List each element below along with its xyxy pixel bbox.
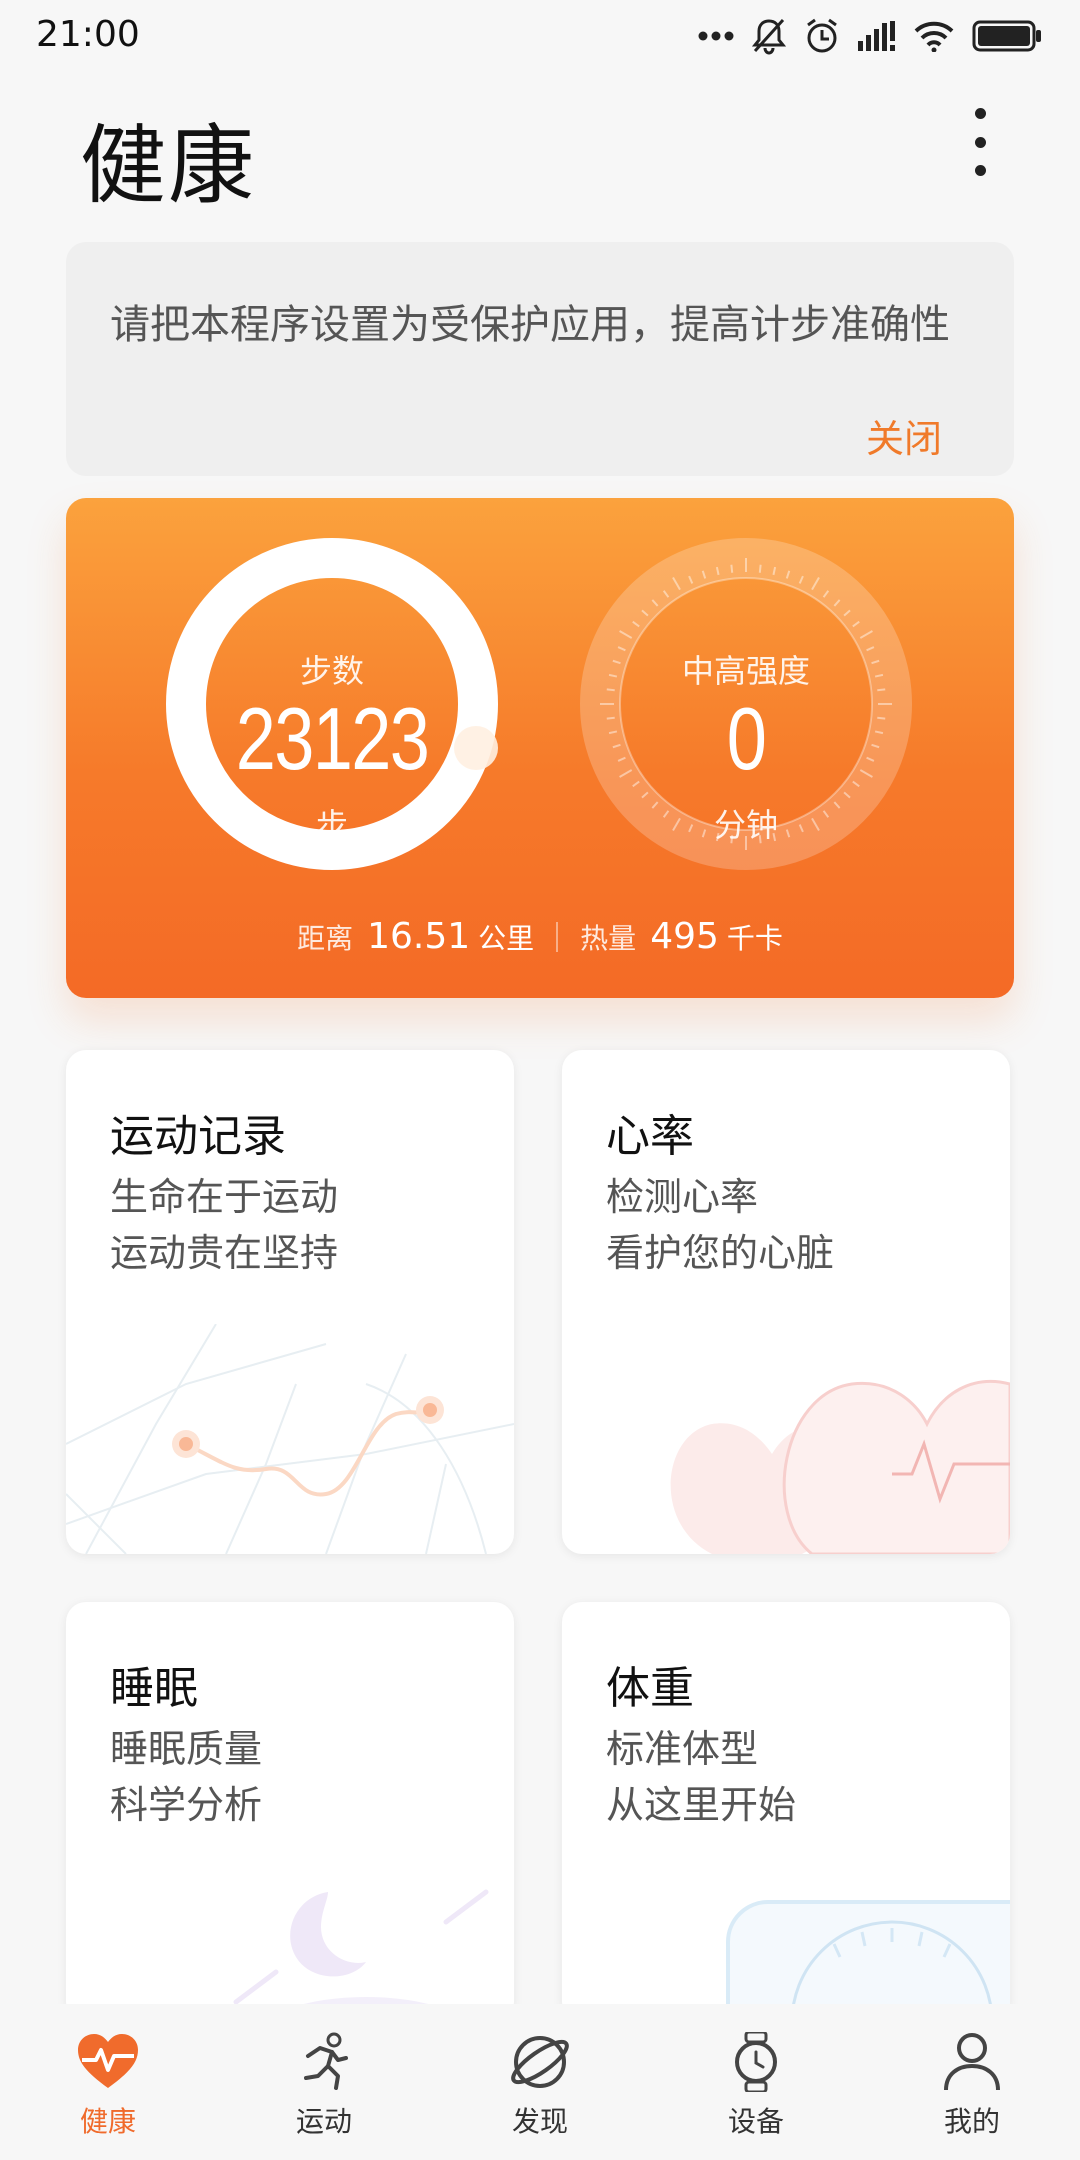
weight-card[interactable]: 体重 标准体型 从这里开始	[562, 1602, 1010, 2022]
steps-value: 23123	[235, 689, 430, 788]
heart-illustration-icon	[670, 1379, 1010, 1554]
planet-icon	[511, 2036, 569, 2088]
ring-tick	[730, 564, 734, 573]
more-options-button[interactable]	[960, 108, 1000, 176]
heart-pulse-icon	[78, 2034, 138, 2088]
distance-value: 16.51	[367, 916, 471, 957]
intensity-value: 0	[726, 689, 767, 788]
intensity-label: 中高强度	[681, 652, 810, 690]
person-icon	[944, 2033, 1000, 2091]
page-title: 健康	[80, 116, 256, 216]
distance-unit: 公里	[478, 922, 535, 955]
card-title: 运动记录	[110, 1111, 286, 1162]
steps-ring[interactable]: 步数 23123 步	[166, 538, 498, 870]
distance-label: 距离	[297, 922, 354, 955]
summary-stats: 距离 16.51 公里 热量 495 千卡	[66, 916, 1014, 957]
steps-unit: 步	[315, 806, 348, 844]
notice-close-button[interactable]: 关闭	[866, 408, 942, 463]
bottom-navigation: 健康 运动 发现 设备 我的	[0, 2004, 1080, 2160]
calories-unit: 千卡	[726, 922, 783, 955]
card-title: 睡眠	[110, 1663, 198, 1714]
activity-summary-card[interactable]: 步数 23123 步 中高强度 0 分钟 距离 16.51 公里 热量 495 …	[66, 498, 1014, 998]
signal-icon	[858, 21, 895, 51]
card-subtitle: 科学分析	[110, 1783, 263, 1827]
heart-rate-card[interactable]: 心率 检测心率 看护您的心脏	[562, 1050, 1010, 1554]
status-bar: 21:00	[0, 0, 1080, 70]
battery-icon	[972, 20, 1041, 52]
nav-label: 我的	[943, 2105, 1000, 2138]
nav-health[interactable]: 健康	[28, 2032, 188, 2140]
nav-label: 设备	[727, 2105, 784, 2138]
card-subtitle: 运动贵在坚持	[110, 1231, 339, 1275]
nav-exercise[interactable]: 运动	[244, 2032, 404, 2140]
more-dot	[974, 136, 986, 148]
exercise-records-card[interactable]: 运动记录 生命在于运动 运动贵在坚持	[66, 1050, 514, 1554]
more-notifications-icon	[698, 31, 734, 41]
ring-tick	[758, 564, 762, 573]
stats-divider	[556, 921, 559, 952]
steps-label: 步数	[299, 652, 364, 690]
more-dot	[974, 165, 986, 176]
protected-app-notice: 请把本程序设置为受保护应用，提高计步准确性 关闭	[66, 242, 1014, 476]
nav-discover[interactable]: 发现	[460, 2032, 620, 2140]
nav-label: 健康	[79, 2105, 136, 2138]
wifi-icon	[914, 21, 954, 52]
nav-label: 发现	[511, 2105, 568, 2138]
card-subtitle: 检测心率	[606, 1175, 759, 1219]
calories-value: 495	[650, 916, 719, 957]
mute-icon	[752, 18, 786, 55]
intensity-ring[interactable]: 中高强度 0 分钟	[580, 538, 912, 870]
status-icons	[698, 14, 1042, 58]
more-dot	[974, 108, 986, 119]
route-map-illustration-icon	[66, 1324, 514, 1554]
calories-label: 热量	[580, 922, 637, 955]
card-subtitle: 睡眠质量	[110, 1727, 263, 1771]
intensity-unit: 分钟	[713, 806, 778, 844]
nav-devices[interactable]: 设备	[676, 2032, 836, 2140]
alarm-icon	[807, 18, 837, 53]
runner-icon	[304, 2032, 348, 2090]
nav-label: 运动	[295, 2105, 352, 2138]
status-time: 21:00	[36, 14, 140, 55]
card-subtitle: 生命在于运动	[110, 1175, 339, 1219]
moon-illustration-icon	[233, 1889, 489, 2022]
scale-illustration-icon	[726, 1900, 1010, 2022]
card-title: 体重	[606, 1663, 694, 1714]
notice-text: 请把本程序设置为受保护应用，提高计步准确性	[110, 302, 950, 348]
card-subtitle: 从这里开始	[606, 1783, 797, 1827]
card-subtitle: 看护您的心脏	[606, 1231, 835, 1275]
card-subtitle: 标准体型	[606, 1727, 759, 1771]
card-title: 心率	[606, 1111, 694, 1162]
sleep-card[interactable]: 睡眠 睡眠质量 科学分析	[66, 1602, 514, 2022]
watch-icon	[735, 2032, 777, 2092]
nav-me[interactable]: 我的	[892, 2032, 1052, 2140]
